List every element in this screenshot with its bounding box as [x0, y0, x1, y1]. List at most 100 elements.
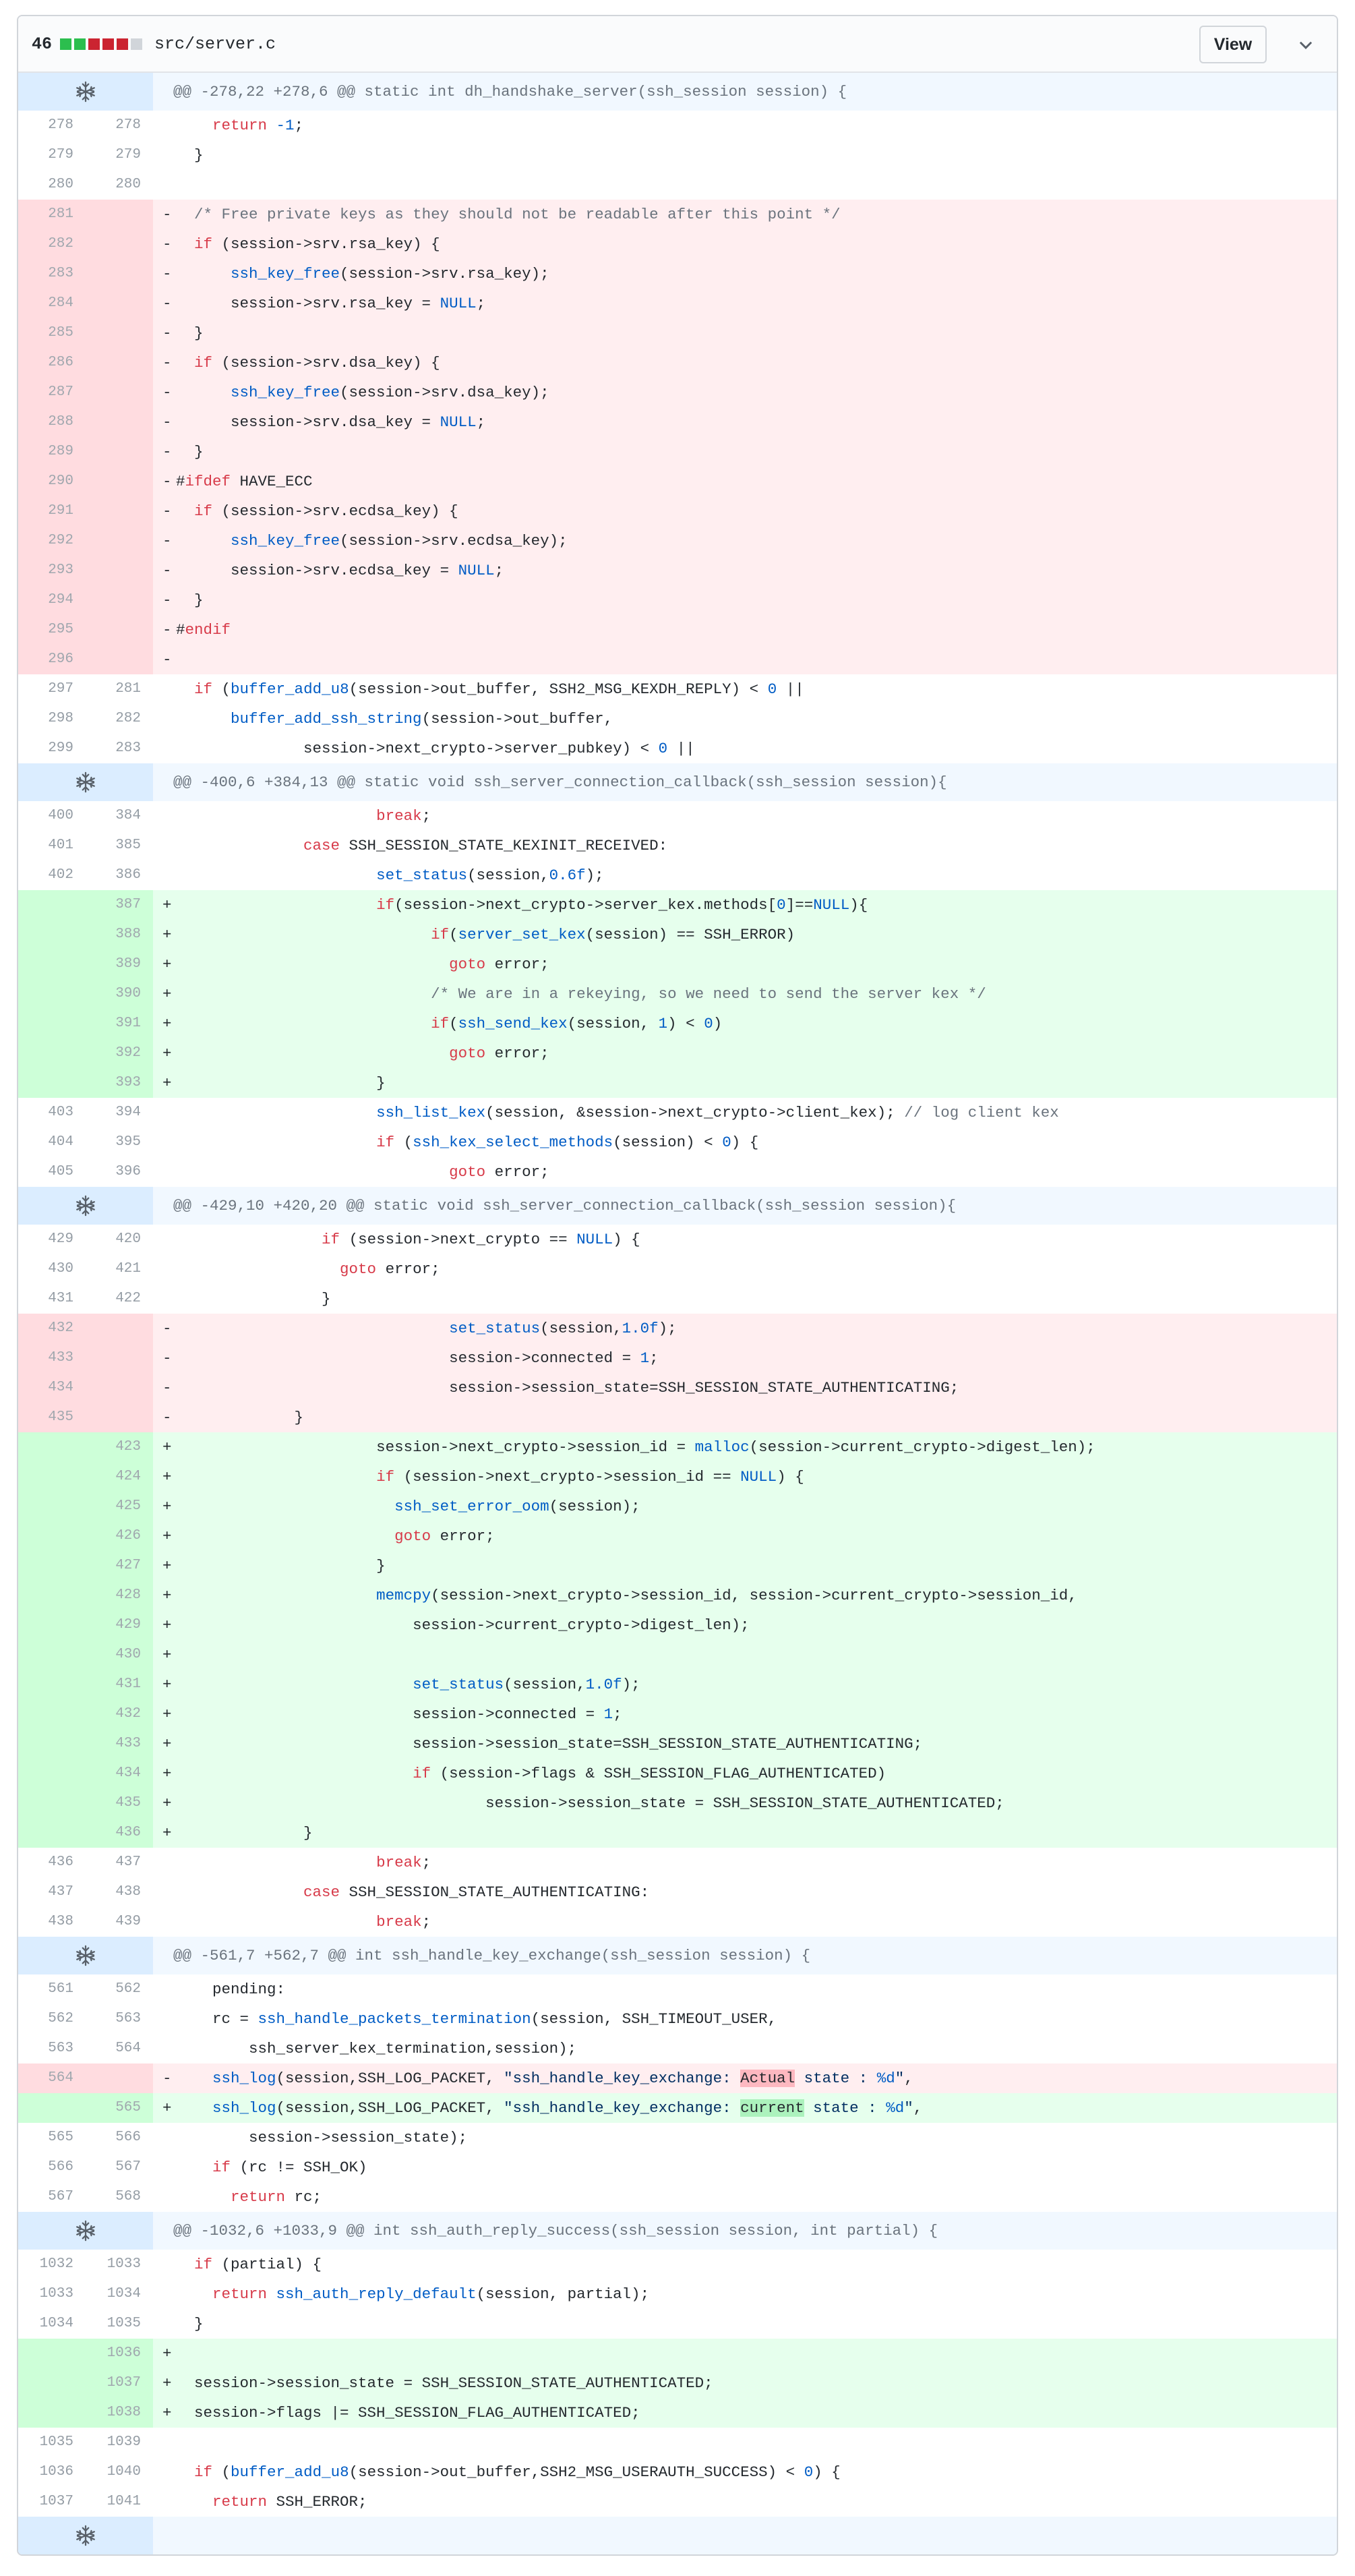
old-line-number[interactable]: 293 [18, 556, 86, 585]
new-line-number[interactable]: 434 [86, 1759, 153, 1788]
old-line-number[interactable]: 278 [18, 111, 86, 140]
new-line-number[interactable]: 388 [86, 920, 153, 949]
new-line-number[interactable]: 394 [86, 1098, 153, 1128]
new-line-number[interactable] [86, 645, 153, 674]
new-line-number[interactable]: 433 [86, 1729, 153, 1759]
new-line-number[interactable]: 436 [86, 1818, 153, 1848]
new-line-number[interactable]: 568 [86, 2182, 153, 2212]
old-line-number[interactable] [18, 1610, 86, 1640]
new-line-number[interactable] [86, 348, 153, 378]
new-line-number[interactable] [86, 585, 153, 615]
new-line-number[interactable] [86, 407, 153, 437]
old-line-number[interactable] [18, 1729, 86, 1759]
new-line-number[interactable]: 1038 [86, 2398, 153, 2428]
old-line-number[interactable]: 286 [18, 348, 86, 378]
new-line-number[interactable] [86, 1343, 153, 1373]
old-line-number[interactable]: 432 [18, 1314, 86, 1343]
new-line-number[interactable]: 565 [86, 2093, 153, 2123]
new-line-number[interactable] [86, 1314, 153, 1343]
old-line-number[interactable] [18, 890, 86, 920]
old-line-number[interactable] [18, 2368, 86, 2398]
old-line-number[interactable] [18, 1759, 86, 1788]
new-line-number[interactable] [86, 318, 153, 348]
old-line-number[interactable]: 1032 [18, 2250, 86, 2279]
old-line-number[interactable]: 434 [18, 1373, 86, 1403]
new-line-number[interactable]: 280 [86, 170, 153, 200]
new-line-number[interactable]: 1036 [86, 2339, 153, 2368]
old-line-number[interactable]: 405 [18, 1157, 86, 1187]
new-line-number[interactable] [86, 1373, 153, 1403]
new-line-number[interactable] [86, 556, 153, 585]
unfold-icon[interactable] [18, 2212, 153, 2250]
new-line-number[interactable]: 563 [86, 2004, 153, 2034]
new-line-number[interactable]: 283 [86, 734, 153, 763]
old-line-number[interactable]: 280 [18, 170, 86, 200]
new-line-number[interactable]: 389 [86, 949, 153, 979]
new-line-number[interactable]: 386 [86, 860, 153, 890]
new-line-number[interactable] [86, 526, 153, 556]
new-line-number[interactable]: 385 [86, 831, 153, 860]
new-line-number[interactable]: 395 [86, 1128, 153, 1157]
old-line-number[interactable]: 430 [18, 1254, 86, 1284]
view-button[interactable]: View [1199, 26, 1267, 63]
new-line-number[interactable]: 384 [86, 801, 153, 831]
new-line-number[interactable]: 387 [86, 890, 153, 920]
old-line-number[interactable]: 1034 [18, 2309, 86, 2339]
old-line-number[interactable] [18, 1818, 86, 1848]
new-line-number[interactable] [86, 229, 153, 259]
chevron-down-icon[interactable] [1295, 34, 1317, 55]
old-line-number[interactable]: 279 [18, 140, 86, 170]
new-line-number[interactable]: 391 [86, 1009, 153, 1038]
old-line-number[interactable]: 431 [18, 1284, 86, 1314]
old-line-number[interactable]: 433 [18, 1343, 86, 1373]
new-line-number[interactable]: 396 [86, 1157, 153, 1187]
old-line-number[interactable] [18, 1038, 86, 1068]
unfold-icon[interactable] [18, 73, 153, 111]
old-line-number[interactable]: 401 [18, 831, 86, 860]
old-line-number[interactable]: 281 [18, 200, 86, 229]
new-line-number[interactable]: 393 [86, 1068, 153, 1098]
old-line-number[interactable]: 562 [18, 2004, 86, 2034]
old-line-number[interactable] [18, 1581, 86, 1610]
unfold-icon[interactable] [18, 1187, 153, 1225]
old-line-number[interactable]: 296 [18, 645, 86, 674]
new-line-number[interactable]: 423 [86, 1432, 153, 1462]
old-line-number[interactable]: 436 [18, 1848, 86, 1877]
old-line-number[interactable]: 299 [18, 734, 86, 763]
new-line-number[interactable]: 427 [86, 1551, 153, 1581]
new-line-number[interactable]: 429 [86, 1610, 153, 1640]
new-line-number[interactable]: 282 [86, 704, 153, 734]
old-line-number[interactable] [18, 1009, 86, 1038]
old-line-number[interactable]: 402 [18, 860, 86, 890]
new-line-number[interactable] [86, 1403, 153, 1432]
old-line-number[interactable]: 290 [18, 467, 86, 496]
old-line-number[interactable] [18, 2398, 86, 2428]
old-line-number[interactable]: 429 [18, 1225, 86, 1254]
new-line-number[interactable]: 390 [86, 979, 153, 1009]
old-line-number[interactable] [18, 1521, 86, 1551]
new-line-number[interactable]: 1035 [86, 2309, 153, 2339]
old-line-number[interactable]: 292 [18, 526, 86, 556]
old-line-number[interactable] [18, 920, 86, 949]
old-line-number[interactable] [18, 1551, 86, 1581]
new-line-number[interactable]: 564 [86, 2034, 153, 2063]
new-line-number[interactable]: 279 [86, 140, 153, 170]
new-line-number[interactable] [86, 437, 153, 467]
new-line-number[interactable] [86, 467, 153, 496]
new-line-number[interactable]: 435 [86, 1788, 153, 1818]
old-line-number[interactable] [18, 2093, 86, 2123]
old-line-number[interactable]: 566 [18, 2153, 86, 2182]
old-line-number[interactable]: 291 [18, 496, 86, 526]
new-line-number[interactable]: 421 [86, 1254, 153, 1284]
new-line-number[interactable]: 420 [86, 1225, 153, 1254]
new-line-number[interactable]: 1040 [86, 2457, 153, 2487]
old-line-number[interactable]: 403 [18, 1098, 86, 1128]
old-line-number[interactable]: 289 [18, 437, 86, 467]
old-line-number[interactable]: 294 [18, 585, 86, 615]
new-line-number[interactable]: 432 [86, 1699, 153, 1729]
new-line-number[interactable]: 437 [86, 1848, 153, 1877]
old-line-number[interactable]: 1035 [18, 2428, 86, 2457]
new-line-number[interactable]: 1037 [86, 2368, 153, 2398]
old-line-number[interactable]: 435 [18, 1403, 86, 1432]
unfold-icon[interactable] [18, 2517, 153, 2554]
